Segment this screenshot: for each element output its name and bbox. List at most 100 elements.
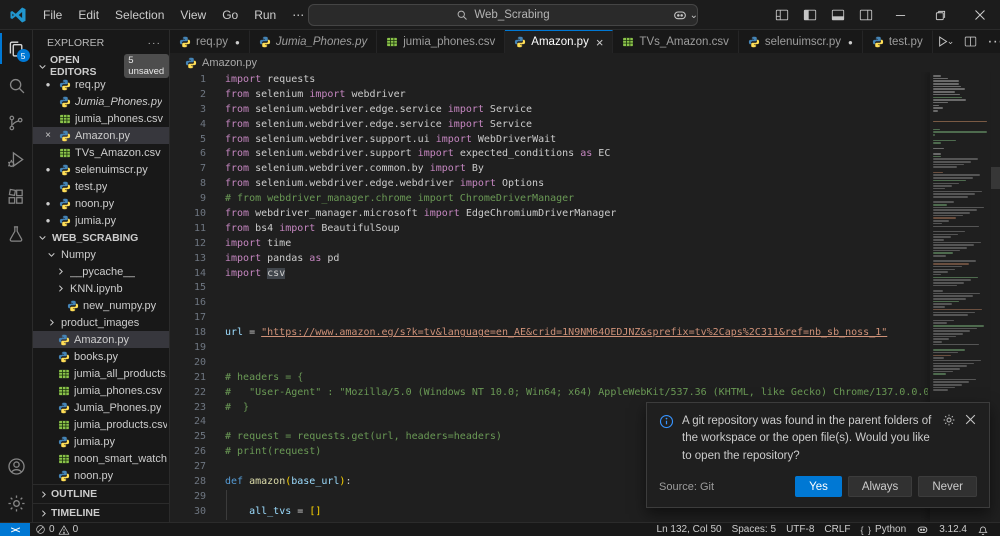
eol[interactable]: CRLF <box>819 524 855 535</box>
line-number: 29 <box>193 490 206 502</box>
language-mode[interactable]: { } Python <box>856 524 912 535</box>
tree-item-noon-py[interactable]: noon.py <box>33 467 169 484</box>
tab-tvs-amazon-csv[interactable]: TVs_Amazon.csv <box>613 30 739 53</box>
copilot-menu-button[interactable]: ⌄ <box>672 7 698 23</box>
tree-item-amazon-py[interactable]: Amazon.py <box>33 331 169 348</box>
minimize-button[interactable] <box>880 0 920 30</box>
activity-settings-button[interactable] <box>0 485 33 522</box>
copilot-status[interactable] <box>911 523 934 536</box>
modified-dot-icon[interactable]: ● <box>41 199 55 208</box>
close-window-button[interactable] <box>960 0 1000 30</box>
tree-item-new-numpy-py[interactable]: new_numpy.py <box>33 297 169 314</box>
chevron-right-icon <box>54 284 66 293</box>
notification-close-icon[interactable] <box>964 413 977 466</box>
tab-test-py[interactable]: test.py <box>862 30 933 53</box>
never-button[interactable]: Never <box>918 476 977 497</box>
run-python-file-button[interactable]: ⌄ <box>933 35 958 48</box>
tree-item-jumia-phones-py[interactable]: Jumia_Phones.py <box>33 399 169 416</box>
tab-jumia-phones-py[interactable]: Jumia_Phones.py <box>249 30 378 53</box>
search-value: Web_Scrabing <box>474 9 550 21</box>
python-interpreter[interactable]: 3.12.4 <box>934 524 972 535</box>
scrollbar-thumb[interactable] <box>991 167 1000 189</box>
open-editor-jumia-phones-csv[interactable]: jumia_phones.csv <box>33 110 169 127</box>
python-file-icon <box>58 402 70 414</box>
code-line-10: 10 from webdriver_manager.microsoft impor… <box>170 207 928 222</box>
open-editor-jumia-phones-py[interactable]: Jumia_Phones.py <box>33 93 169 110</box>
tree-item-books-py[interactable]: books.py <box>33 348 169 365</box>
notification-settings-gear-icon[interactable] <box>942 413 956 466</box>
tree-item-jumia-products-csv[interactable]: jumia_products.csv <box>33 416 169 433</box>
activity-run-debug-button[interactable] <box>0 141 33 178</box>
open-editor-selenuimscr-py[interactable]: ● selenuimscr.py <box>33 161 169 178</box>
open-editor-test-py[interactable]: test.py <box>33 178 169 195</box>
tab-req-py[interactable]: req.py ● <box>170 30 250 53</box>
command-center-search[interactable]: Web_Scrabing <box>308 4 698 26</box>
restore-button[interactable] <box>920 0 960 30</box>
open-editor-amazon-py[interactable]: × Amazon.py <box>33 127 169 144</box>
section-outline[interactable]: OUTLINE <box>33 484 169 503</box>
run-dropdown-chevron-icon[interactable]: ⌄ <box>947 36 955 47</box>
toggle-secondary-sidebar-button[interactable] <box>852 0 880 30</box>
open-editor-noon-py[interactable]: ● noon.py <box>33 195 169 212</box>
encoding-label: UTF-8 <box>786 524 815 535</box>
menu-selection[interactable]: Selection <box>107 0 172 30</box>
always-button[interactable]: Always <box>847 476 913 497</box>
tab-amazon-py[interactable]: Amazon.py × <box>505 30 614 53</box>
menu-go[interactable]: Go <box>214 0 246 30</box>
python-file-icon <box>58 351 70 363</box>
csv-file-icon <box>58 368 70 380</box>
problems-indicator[interactable]: 0 0 <box>30 523 83 536</box>
menu-bar: File Edit Selection View Go Run ⋯ <box>35 0 312 30</box>
modified-dot-icon[interactable]: ● <box>41 80 55 89</box>
tree-item-jumia-all-products-csv[interactable]: jumia_all_products.csv <box>33 365 169 382</box>
tree-item-product-images[interactable]: product_images <box>33 314 169 331</box>
chevron-right-icon <box>54 267 66 276</box>
encoding[interactable]: UTF-8 <box>781 524 819 535</box>
open-editors-header[interactable]: OPEN EDITORS 5 unsaved <box>33 54 169 78</box>
remote-indicator[interactable]: >< <box>0 523 30 536</box>
breadcrumb[interactable]: Amazon.py <box>170 53 1000 72</box>
python-file-icon <box>59 130 71 142</box>
menu-edit[interactable]: Edit <box>70 0 107 30</box>
cursor-position[interactable]: Ln 132, Col 50 <box>652 524 727 535</box>
tree-item-noon-smart-watch-csv[interactable]: noon_smart_watch.csv <box>33 450 169 467</box>
activity-extensions-button[interactable] <box>0 178 33 215</box>
file-label: selenuimscr.py <box>75 163 148 176</box>
menu-run[interactable]: Run <box>246 0 284 30</box>
explorer-more-actions-button[interactable]: ··· <box>148 37 162 49</box>
tab-selenuimscr-py[interactable]: selenuimscr.py ● <box>738 30 863 53</box>
open-editor-tvs-amazon-csv[interactable]: TVs_Amazon.csv <box>33 144 169 161</box>
toggle-panel-button[interactable] <box>824 0 852 30</box>
tree-item-web-scrabing[interactable]: WEB_SCRABING <box>33 229 169 246</box>
activity-search-button[interactable] <box>0 67 33 104</box>
search-icon <box>457 10 468 20</box>
activity-source-control-button[interactable] <box>0 104 33 141</box>
tree-item-jumia-phones-csv[interactable]: jumia_phones.csv <box>33 382 169 399</box>
tree-item-jumia-py[interactable]: jumia.py <box>33 433 169 450</box>
close-icon[interactable]: × <box>41 130 55 141</box>
modified-dot-icon[interactable]: ● <box>41 165 55 174</box>
tab-label: test.py <box>888 36 923 48</box>
tree-item-pycache[interactable]: __pycache__ <box>33 263 169 280</box>
menu-view[interactable]: View <box>172 0 214 30</box>
tab-label: Jumia_Phones.py <box>275 36 368 48</box>
activity-account-button[interactable] <box>0 448 33 485</box>
tab-jumia-phones-csv[interactable]: jumia_phones.csv <box>377 30 506 53</box>
menu-file[interactable]: File <box>35 0 70 30</box>
open-editor-jumia-py[interactable]: ● jumia.py <box>33 212 169 229</box>
modified-dot-icon[interactable]: ● <box>41 216 55 225</box>
tab-close-icon[interactable]: × <box>596 35 604 50</box>
toggle-primary-sidebar-button[interactable] <box>796 0 824 30</box>
editor-more-actions-button[interactable]: ··· <box>984 33 1000 51</box>
activity-explorer-button[interactable]: 5 <box>0 30 33 67</box>
open-editor-req-py[interactable]: ● req.py <box>33 76 169 93</box>
customize-layout-button[interactable] <box>768 0 796 30</box>
indentation[interactable]: Spaces: 5 <box>727 524 781 535</box>
activity-testing-button[interactable] <box>0 215 33 252</box>
tree-item-knn-ipynb[interactable]: KNN.ipynb <box>33 280 169 297</box>
section-timeline[interactable]: TIMELINE <box>33 503 169 522</box>
split-editor-button[interactable] <box>961 35 980 48</box>
notifications-bell[interactable] <box>972 524 994 536</box>
tree-item-numpy[interactable]: Numpy <box>33 246 169 263</box>
yes-button[interactable]: Yes <box>795 476 842 497</box>
